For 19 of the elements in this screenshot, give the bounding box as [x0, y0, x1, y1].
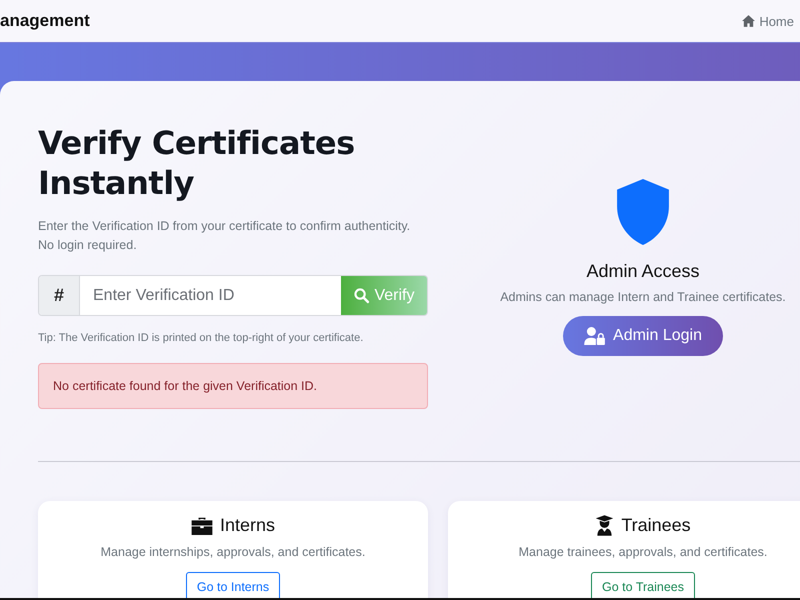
- error-alert: No certificate found for the given Verification ID.: [38, 363, 428, 409]
- section-description: Manage trainees, approvals, and certificates.: [518, 545, 768, 559]
- tip-text: Tip: The Verification ID is printed on the top-right of your certificate.: [38, 332, 364, 344]
- admin-login-button[interactable]: Admin Login: [563, 316, 723, 356]
- brand-title: anagement: [0, 11, 90, 31]
- graduate-icon: [595, 515, 614, 536]
- admin-description: Admins can manage Intern and Trainee certificates.: [500, 290, 786, 304]
- section-title: Trainees: [621, 515, 691, 536]
- section-description: Manage internships, approvals, and certificates.: [100, 545, 366, 559]
- page-title: Verify Certificates Instantly: [38, 123, 356, 203]
- section-title: Interns: [220, 515, 276, 536]
- go-to-trainees-button[interactable]: Go to Trainees: [591, 572, 695, 598]
- home-icon: [741, 14, 756, 28]
- admin-title: Admin Access: [586, 261, 700, 282]
- user-lock-icon: [584, 327, 606, 345]
- description: Enter the Verification ID from your certificate to confirm authenticity. No login required.: [38, 218, 412, 254]
- home-link[interactable]: Home: [741, 14, 794, 28]
- go-to-interns-button[interactable]: Go to Interns: [186, 572, 280, 598]
- briefcase-icon: [190, 516, 213, 535]
